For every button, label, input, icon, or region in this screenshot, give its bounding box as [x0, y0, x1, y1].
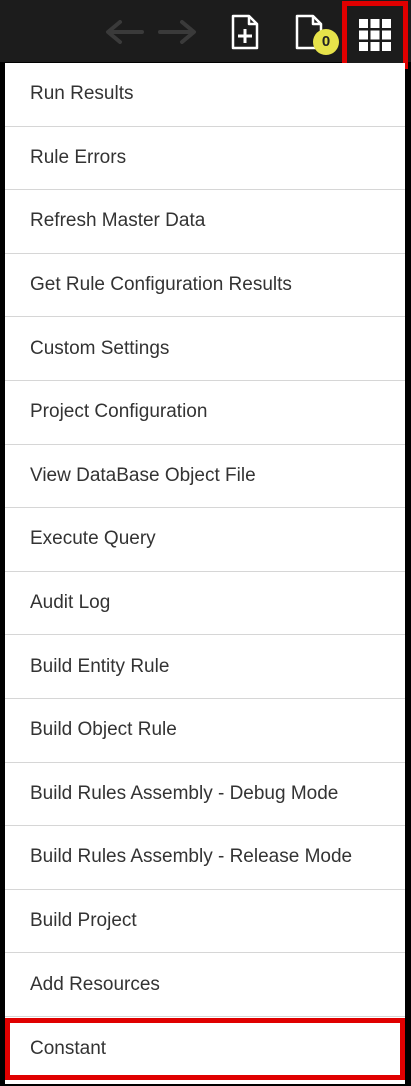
menu-item-view-database-object-file[interactable]: View DataBase Object File [5, 444, 405, 509]
menu-item-refresh-master-data[interactable]: Refresh Master Data [5, 190, 405, 254]
menu-item-constant[interactable]: Constant [5, 1017, 405, 1080]
files-count-badge: 0 [313, 29, 339, 55]
menu-item-get-rule-configuration-results[interactable]: Get Rule Configuration Results [5, 253, 405, 318]
menu-item-audit-log[interactable]: Audit Log [5, 571, 405, 636]
menu-item-build-object-rule[interactable]: Build Object Rule [5, 698, 405, 763]
menu-item-build-rules-assembly-release-mode[interactable]: Build Rules Assembly - Release Mode [5, 826, 405, 890]
top-toolbar: 0 [0, 0, 411, 69]
apps-grid-button[interactable] [342, 1, 408, 69]
menu-item-build-rules-assembly-debug-mode[interactable]: Build Rules Assembly - Debug Mode [5, 762, 405, 827]
file-plus-icon[interactable] [228, 14, 262, 50]
menu-item-rule-errors[interactable]: Rule Errors [5, 126, 405, 191]
app-frame: 0 Run Results Rule Errors Refresh Master D… [0, 0, 411, 1086]
arrow-right-icon[interactable] [158, 20, 198, 44]
menu-item-execute-query[interactable]: Execute Query [5, 508, 405, 572]
grid-icon [359, 19, 391, 51]
menu-item-add-resources[interactable]: Add Resources [5, 953, 405, 1017]
apps-dropdown-menu: Run Results Rule Errors Refresh Master Dat… [5, 63, 405, 1084]
arrow-left-icon[interactable] [104, 20, 144, 44]
menu-item-custom-settings[interactable]: Custom Settings [5, 317, 405, 381]
menu-item-run-results[interactable]: Run Results [5, 63, 405, 127]
menu-item-project-configuration[interactable]: Project Configuration [5, 380, 405, 445]
menu-item-build-entity-rule[interactable]: Build Entity Rule [5, 635, 405, 699]
menu-item-build-project[interactable]: Build Project [5, 889, 405, 954]
